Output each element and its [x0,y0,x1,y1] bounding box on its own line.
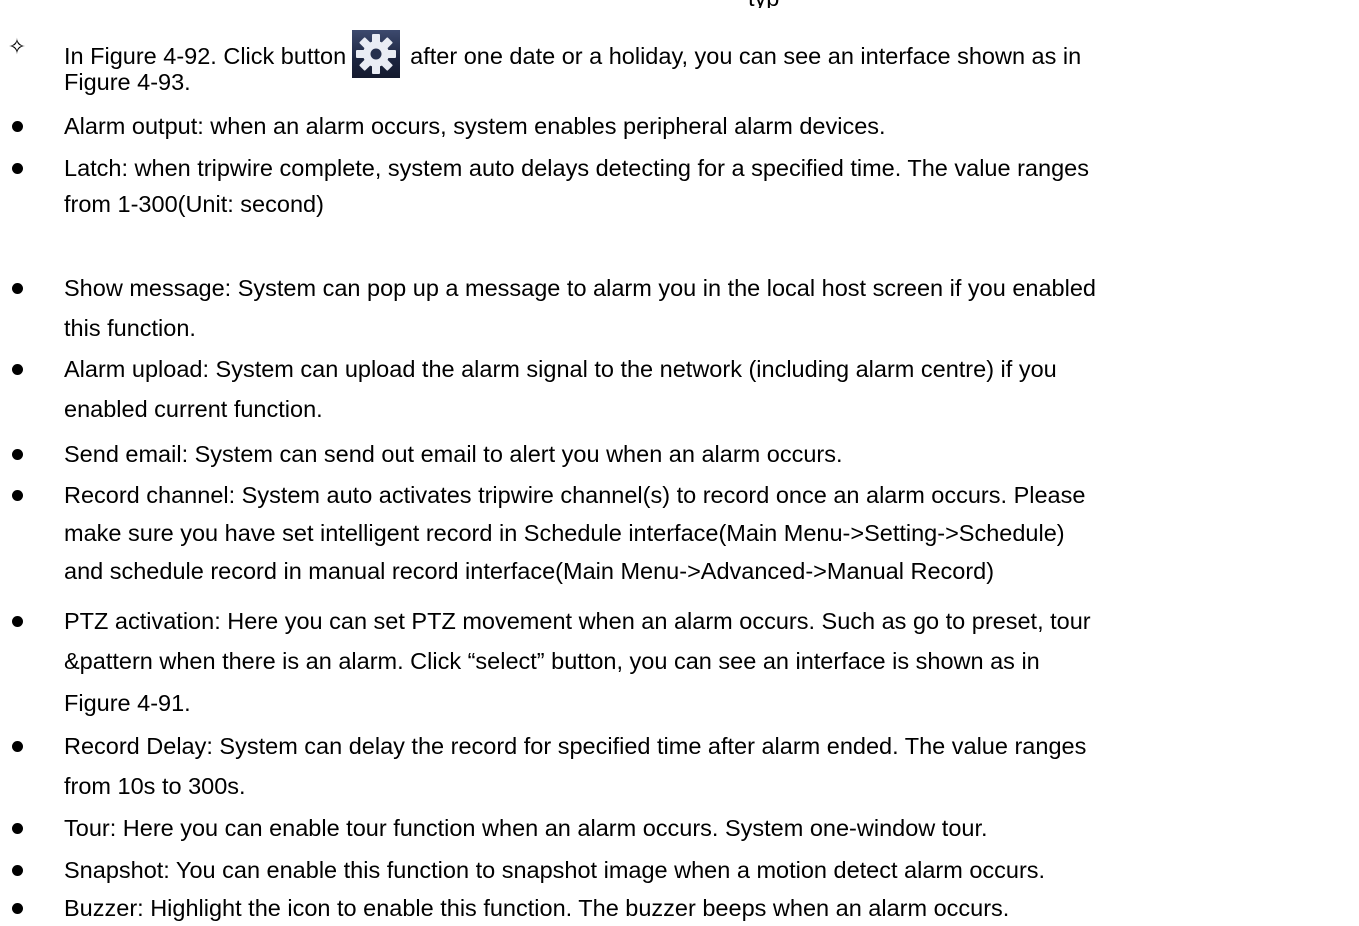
bullet-icon [12,490,23,501]
list-item-line: and schedule record in manual record int… [64,558,995,584]
list-item-line: from 1-300(Unit: second) [64,191,324,217]
list-item-line: &pattern when there is an alarm. Click “… [64,648,1040,674]
list-item-line: Figure 4-91. [64,690,191,716]
list-item-line: Show message: System can pop up a messag… [64,275,1096,301]
list-item-line: enabled current function. [64,396,323,422]
bullet-icon [12,163,23,174]
list-item-line: make sure you have set intelligent recor… [64,520,1065,546]
bullet-icon [12,741,23,752]
bullet-icon [12,449,23,460]
bullet-icon [12,823,23,834]
list-item-line: Tour: Here you can enable tour function … [64,815,988,841]
list-item-line: this function. [64,315,196,341]
list-item-line: Send email: System can send out email to… [64,441,843,467]
list-item-line: PTZ activation: Here you can set PTZ mov… [64,608,1091,634]
list-item-line: Buzzer: Highlight the icon to enable thi… [64,895,1010,921]
bullet-icon [12,283,23,294]
intro-line2: Figure 4-93. [64,69,191,95]
list-item-line: Alarm output: when an alarm occurs, syst… [64,113,886,139]
list-item-line: Snapshot: You can enable this function t… [64,857,1046,883]
list-item-line: Alarm upload: System can upload the alar… [64,356,1057,382]
list-item-line: Record Delay: System can delay the recor… [64,733,1087,759]
bullet-icon [12,865,23,876]
bullet-icon [12,364,23,375]
header-fragment: typ [748,0,779,8]
cut-off-header-text: typ [0,0,1359,8]
diamond-bullet-icon: ✧ [7,35,27,60]
bullet-icon [12,616,23,627]
bullet-icon [12,121,23,132]
list-item-line: from 10s to 300s. [64,773,246,799]
list-item-line: Record channel: System auto activates tr… [64,482,1086,508]
list-item-line: Latch: when tripwire complete, system au… [64,155,1089,181]
bullet-icon [12,903,23,914]
